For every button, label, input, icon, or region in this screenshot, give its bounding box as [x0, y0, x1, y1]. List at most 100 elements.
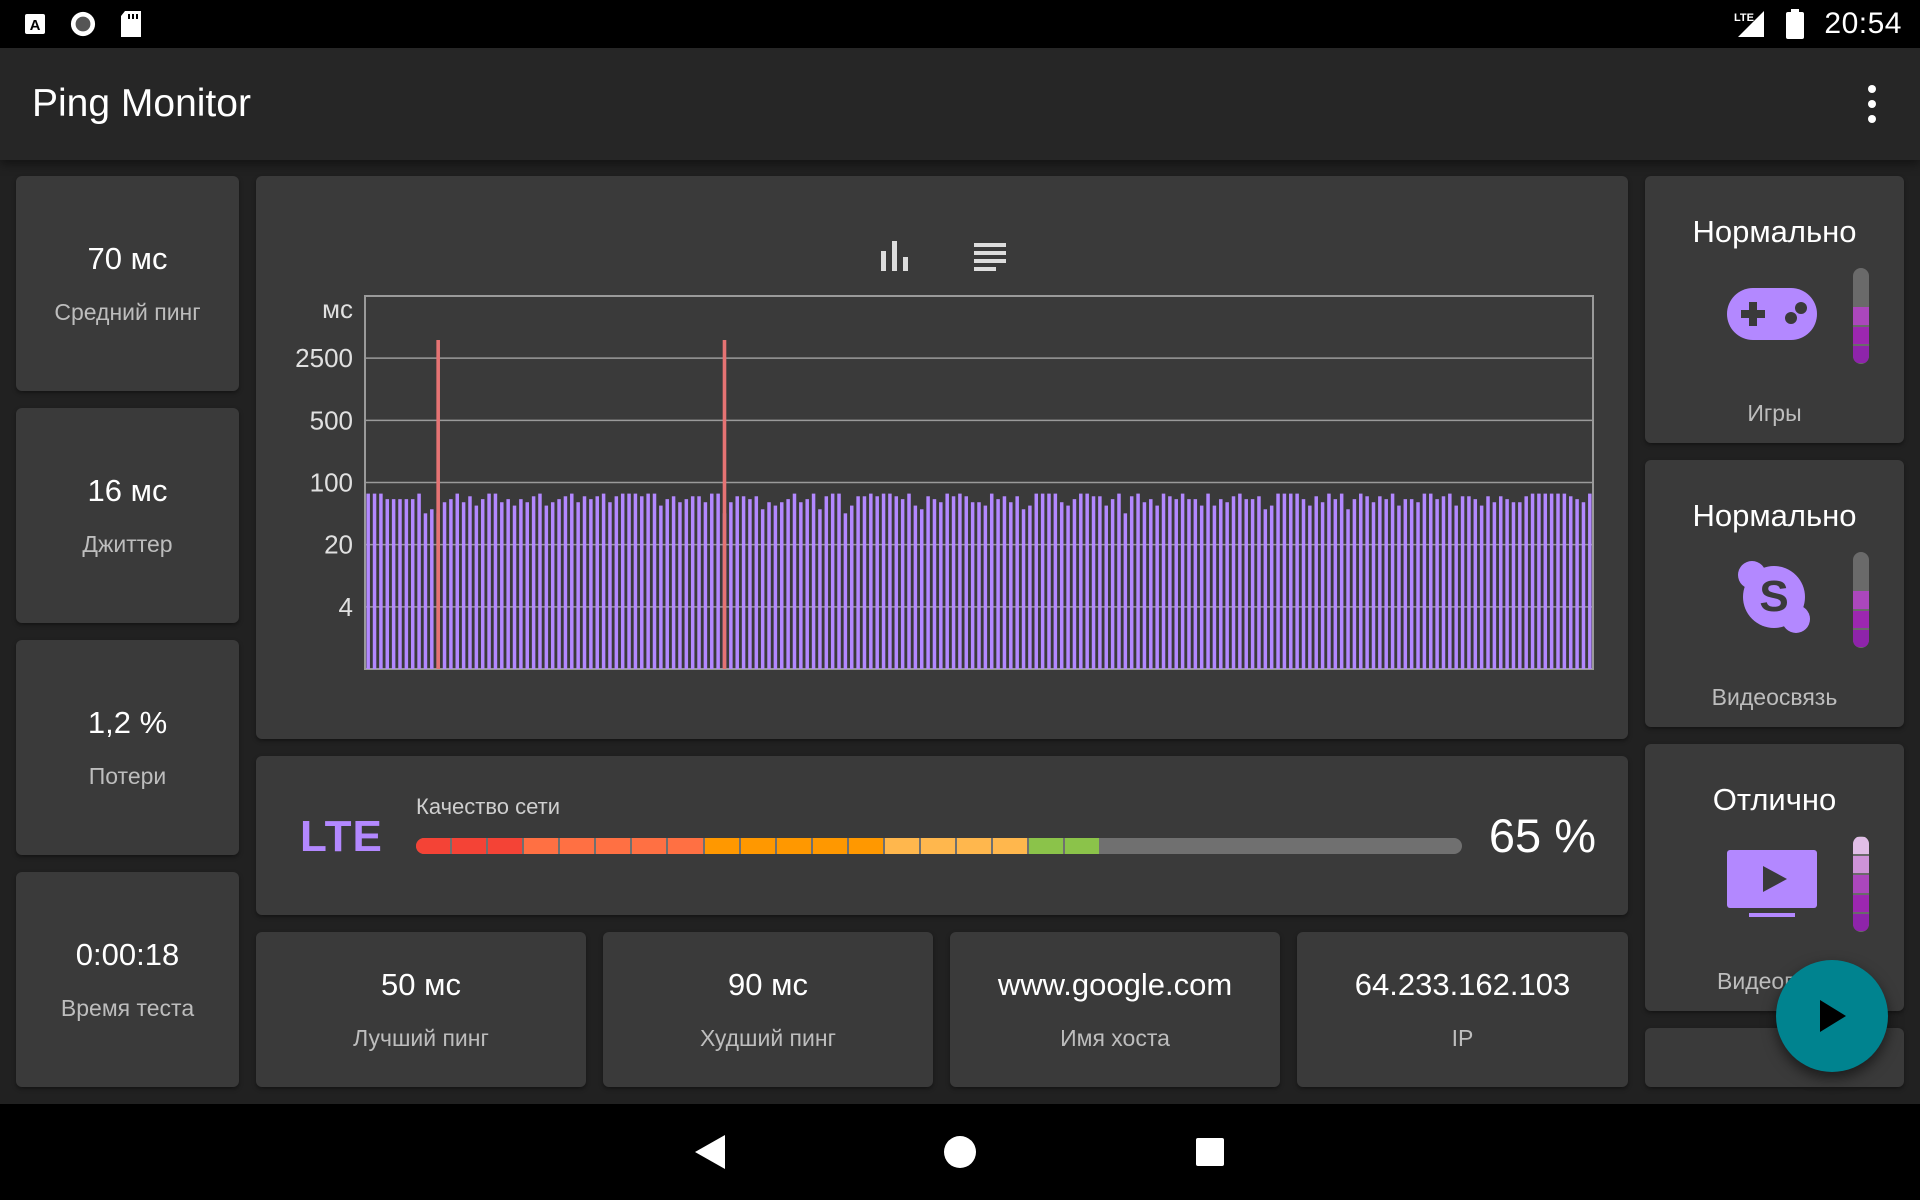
- back-button[interactable]: [680, 1122, 740, 1182]
- network-type-label: LTE: [1734, 12, 1754, 24]
- ping-bar: [1161, 493, 1166, 669]
- video-stream-status: Отлично: [1712, 782, 1837, 817]
- ping-bar: [1371, 502, 1376, 669]
- ping-bar: [633, 493, 638, 669]
- ping-bar: [1047, 493, 1051, 669]
- quality-segment: [668, 838, 703, 854]
- ping-bar: [1168, 496, 1172, 669]
- ping-bar: [773, 505, 778, 669]
- ping-bar: [512, 505, 517, 669]
- ping-bar: [576, 502, 580, 669]
- network-quality-card: LTE Качество сети 65 %: [256, 756, 1628, 915]
- hostname-value: www.google.com: [997, 967, 1233, 1002]
- test-time-card: 0:00:18 Время теста: [16, 872, 239, 1087]
- ping-bar: [977, 502, 981, 669]
- ping-bar: [449, 499, 453, 669]
- ping-bar: [1479, 505, 1484, 669]
- ping-bar: [939, 502, 943, 669]
- ping-bar: [767, 502, 771, 669]
- y-tick-label: 4: [339, 592, 353, 622]
- ping-bar: [862, 496, 867, 669]
- worst-ping-value: 90 мс: [728, 967, 808, 1002]
- ping-bar: [366, 493, 370, 669]
- ping-bar: [671, 496, 676, 669]
- quality-segment: [993, 838, 1028, 854]
- ping-bar: [1053, 493, 1058, 669]
- ping-chart: 2500 500 100 20 4 мс: [295, 294, 1594, 670]
- ping-bar: [1263, 509, 1268, 669]
- y-tick-label: 2500: [295, 343, 353, 373]
- ping-bar: [1180, 493, 1185, 669]
- ping-bar: [1238, 493, 1242, 669]
- ping-bar: [1384, 499, 1388, 669]
- ping-bar: [1295, 493, 1299, 669]
- start-test-button[interactable]: [1776, 960, 1888, 1072]
- level-segment: [1853, 610, 1869, 628]
- ping-bar: [1549, 493, 1554, 669]
- ping-bar: [799, 502, 803, 669]
- ping-bar: [1244, 499, 1248, 669]
- ping-bar: [1339, 493, 1344, 669]
- best-ping-card: 50 мс Лучший пинг: [256, 932, 586, 1087]
- ping-bar: [589, 499, 593, 669]
- quality-segment: [524, 838, 559, 854]
- ping-bar: [1199, 505, 1204, 669]
- ping-bar: [875, 496, 879, 669]
- level-segment: [1853, 856, 1869, 874]
- ping-bar: [1314, 496, 1318, 669]
- home-button[interactable]: [930, 1122, 990, 1182]
- more-vert-icon[interactable]: [1852, 74, 1892, 134]
- ping-bar: [391, 499, 396, 669]
- status-bar: A LTE 20:54: [0, 0, 1920, 48]
- ping-bar: [601, 493, 606, 669]
- y-axis-label: мс: [322, 294, 353, 324]
- ping-bar: [869, 493, 873, 669]
- ping-bar: [652, 493, 657, 669]
- quality-segment: [920, 838, 955, 854]
- avg-ping-value: 70 мс: [87, 241, 168, 276]
- ping-bar: [538, 493, 542, 669]
- ping-bar: [1206, 493, 1210, 669]
- ping-bar: [1129, 496, 1134, 669]
- ping-bar: [754, 496, 759, 669]
- ping-bar: [932, 499, 937, 669]
- video-stream-level: [1853, 836, 1869, 932]
- ping-bar: [1098, 496, 1102, 669]
- recents-button[interactable]: [1180, 1122, 1240, 1182]
- y-tick-label: 20: [324, 530, 353, 560]
- ping-bar: [684, 499, 689, 669]
- ping-bar: [1511, 502, 1516, 669]
- ping-bar: [1276, 493, 1280, 669]
- a-notification-icon: A: [22, 11, 48, 37]
- ping-bar: [404, 499, 409, 669]
- ip-value: 64.233.162.103: [1354, 967, 1571, 1002]
- ping-bar: [665, 499, 669, 669]
- jitter-card: 16 мс Джиттер: [16, 408, 239, 623]
- svg-text:S: S: [1759, 572, 1788, 621]
- jitter-value: 16 мс: [87, 473, 168, 508]
- video-call-label: Видеосвязь: [1711, 684, 1838, 710]
- ping-bar: [608, 502, 612, 669]
- ping-bar: [926, 496, 930, 669]
- ping-bar: [614, 496, 619, 669]
- ping-bar: [1009, 502, 1013, 669]
- quality-segment: [704, 838, 739, 854]
- jitter-label: Джиттер: [82, 531, 173, 557]
- ping-bar: [1250, 499, 1255, 669]
- ping-bar: [1066, 505, 1070, 669]
- level-segment: [1853, 913, 1869, 931]
- ping-bar: [640, 496, 644, 669]
- test-time-value: 0:00:18: [75, 937, 180, 972]
- play-icon: [1820, 1000, 1846, 1032]
- ping-bar: [570, 493, 574, 669]
- ping-bar: [1498, 496, 1503, 669]
- ping-bar: [729, 502, 733, 669]
- avg-ping-label: Средний пинг: [54, 299, 201, 325]
- ping-bar: [379, 493, 383, 669]
- ping-bar: [461, 502, 466, 669]
- ping-bar: [1346, 509, 1350, 669]
- loss-value: 1,2 %: [87, 705, 168, 740]
- ping-bar: [398, 499, 402, 669]
- ping-bar: [888, 493, 892, 669]
- ping-bar: [1174, 499, 1178, 669]
